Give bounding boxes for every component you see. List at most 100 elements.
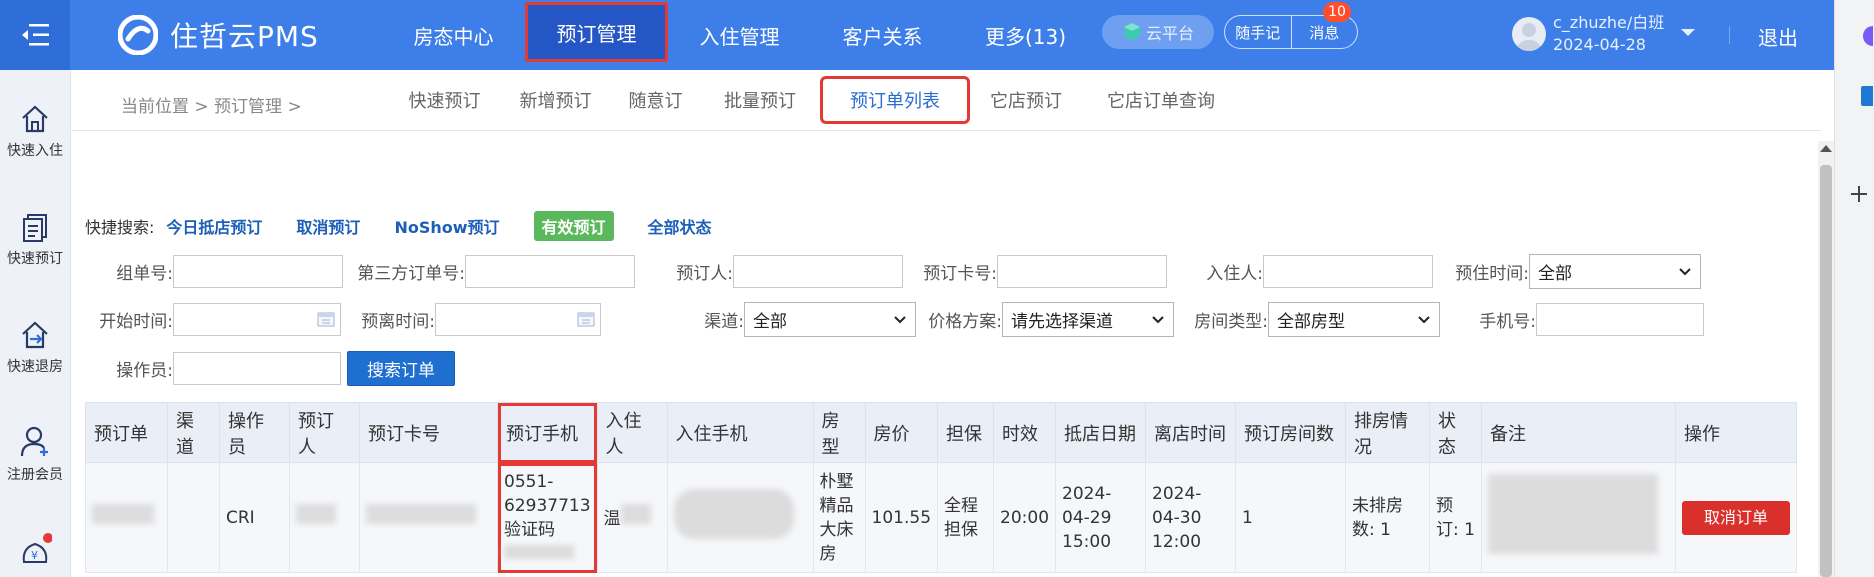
chevron-down-icon xyxy=(1679,267,1691,275)
calendar-icon[interactable] xyxy=(317,311,335,327)
tab-casual-booking[interactable]: 随意订 xyxy=(611,76,700,124)
left-sidebar: 快速入住 快速预订 快速退房 注册会员 ¥ xyxy=(0,70,71,577)
cell-order-no xyxy=(85,462,168,573)
col-header: 排房情况 xyxy=(1345,402,1431,463)
cell-guarantee: 全程担保 xyxy=(937,462,995,573)
group-no-input[interactable] xyxy=(173,255,343,288)
quick-all-status[interactable]: 全部状态 xyxy=(648,214,712,238)
col-header: 备注 xyxy=(1481,402,1677,463)
nav-room-status[interactable]: 房态中心 xyxy=(382,0,525,70)
scrollbar-thumb[interactable] xyxy=(1820,165,1832,577)
chevron-down-icon xyxy=(894,315,906,323)
operator-label: 操作员: xyxy=(116,361,173,381)
messages-button[interactable]: 消息 10 xyxy=(1290,2,1358,48)
cell-departure: 2024-04-30 12:00 xyxy=(1145,462,1237,573)
filter-row-3: 操作员: 搜索订单 xyxy=(85,351,455,386)
cell-channel xyxy=(167,462,220,573)
scroll-up-icon[interactable] xyxy=(1819,143,1833,153)
outlook-icon[interactable] xyxy=(1859,84,1873,108)
chevron-down-icon xyxy=(1152,315,1164,323)
sidebar-item-quick-booking[interactable]: 快速预订 xyxy=(0,212,70,268)
quick-today-arrival[interactable]: 今日抵店预订 xyxy=(166,214,262,238)
plus-icon[interactable] xyxy=(1851,186,1867,202)
cube-icon xyxy=(1123,23,1140,41)
menu-toggle-button[interactable] xyxy=(0,0,70,70)
redacted-value xyxy=(620,504,651,524)
phone-line: 0551- xyxy=(504,471,554,492)
chevron-down-icon xyxy=(1418,315,1430,323)
cloud-platform-button[interactable]: 云平台 xyxy=(1102,15,1214,49)
nav-more[interactable]: 更多(13) xyxy=(954,0,1097,70)
quick-valid[interactable]: 有效预订 xyxy=(533,211,614,241)
guest-input[interactable] xyxy=(1263,255,1433,288)
tab-other-store-query[interactable]: 它店订单查询 xyxy=(1082,76,1240,124)
sidebar-item-quick-checkout[interactable]: 快速退房 xyxy=(0,320,70,376)
booker-label: 预订人: xyxy=(676,264,733,284)
sidebar-item-label: 快速退房 xyxy=(7,359,63,375)
tab-booking-list[interactable]: 预订单列表 xyxy=(820,76,970,124)
channel-select[interactable]: 全部 xyxy=(744,302,916,337)
booking-table: 预订单 渠道 操作员 预订人 预订卡号 预订手机 入住人 入住手机 房型 房价 … xyxy=(85,402,1798,573)
breadcrumb: 当前位置 > 预订管理 > xyxy=(121,97,302,117)
tab-other-store-booking[interactable]: 它店预订 xyxy=(970,76,1082,124)
cancel-order-button[interactable]: 取消订单 xyxy=(1682,500,1791,535)
phone-line: 验证码 xyxy=(504,519,555,540)
price-plan-select[interactable]: 请先选择渠道 xyxy=(1002,302,1174,337)
quick-cancelled[interactable]: 取消预订 xyxy=(296,214,360,238)
price-plan-value: 请先选择渠道 xyxy=(1011,312,1113,332)
user-avatar-icon xyxy=(1517,23,1541,51)
col-header: 预订单 xyxy=(85,402,168,463)
chevron-down-icon[interactable] xyxy=(1680,28,1696,38)
room-type-select[interactable]: 全部房型 xyxy=(1268,302,1440,337)
user-info[interactable]: c_zhuzhe/白班 2024-04-28 xyxy=(1553,12,1664,56)
cell-arrival: 2024-04-29 15:00 xyxy=(1055,462,1147,573)
filter-row-1: 组单号: 第三方订单号: 预订人: 预订卡号: 入住人: 预住时间: 全部 xyxy=(85,254,1701,289)
booker-input[interactable] xyxy=(733,255,903,288)
calendar-icon[interactable] xyxy=(577,311,595,327)
cell-price: 101.55 xyxy=(864,462,939,573)
table-row[interactable]: CRI 0551- 62937713 验证码 温 朴墅精品大床房 101.55 … xyxy=(85,462,1798,573)
start-time-input[interactable] xyxy=(173,303,341,336)
quick-tools: 随手记 消息 10 xyxy=(1224,2,1358,49)
nav-booking-management[interactable]: 预订管理 xyxy=(525,2,668,62)
group-no-label: 组单号: xyxy=(116,264,173,284)
col-header: 房型 xyxy=(812,402,866,463)
sidebar-item-finance[interactable]: ¥ xyxy=(0,532,70,572)
quick-search-label: 快捷搜索: xyxy=(85,218,155,237)
logout-link[interactable]: 退出 xyxy=(1758,22,1798,51)
col-header: 入住手机 xyxy=(666,402,814,463)
avatar[interactable] xyxy=(1512,17,1546,51)
stay-time-select[interactable]: 全部 xyxy=(1529,254,1701,289)
logo-icon xyxy=(118,15,158,55)
app-logo[interactable]: 住哲云PMS xyxy=(118,15,319,55)
tab-batch-booking[interactable]: 批量预订 xyxy=(700,76,820,124)
col-header: 操作 xyxy=(1675,402,1798,463)
cell-status: 预订: 1 xyxy=(1429,462,1483,573)
operator-input[interactable] xyxy=(173,352,341,385)
quick-noshow[interactable]: NoShow预订 xyxy=(394,214,499,238)
user-name: c_zhuzhe/白班 xyxy=(1553,13,1665,32)
sidebar-item-quick-checkin[interactable]: 快速入住 xyxy=(0,104,70,160)
notes-button[interactable]: 随手记 xyxy=(1225,16,1291,48)
cell-operator: CRI xyxy=(219,462,290,573)
col-header: 时效 xyxy=(993,402,1057,463)
sidebar-item-register-member[interactable]: 注册会员 xyxy=(0,426,70,484)
cell-room-count: 1 xyxy=(1235,462,1347,573)
tab-new-booking[interactable]: 新增预订 xyxy=(500,76,611,124)
copilot-icon[interactable] xyxy=(1859,24,1873,48)
channel-value: 全部 xyxy=(753,312,787,332)
guest-label: 入住人: xyxy=(1206,264,1263,284)
tab-quick-booking[interactable]: 快速预订 xyxy=(389,76,500,124)
phone-input[interactable] xyxy=(1536,303,1704,336)
nav-checkin-management[interactable]: 入住管理 xyxy=(668,0,811,70)
search-orders-button[interactable]: 搜索订单 xyxy=(347,351,455,386)
col-header: 担保 xyxy=(937,402,995,463)
nav-customer-relations[interactable]: 客户关系 xyxy=(811,0,954,70)
third-party-no-input[interactable] xyxy=(465,255,635,288)
start-time-label: 开始时间: xyxy=(99,312,173,332)
cloud-platform-label: 云平台 xyxy=(1145,24,1194,43)
sidebar-item-label: 注册会员 xyxy=(7,467,63,483)
booking-card-input[interactable] xyxy=(997,255,1167,288)
col-header: 入住人 xyxy=(596,402,668,463)
main-nav: 房态中心 预订管理 入住管理 客户关系 更多(13) xyxy=(382,0,1097,70)
